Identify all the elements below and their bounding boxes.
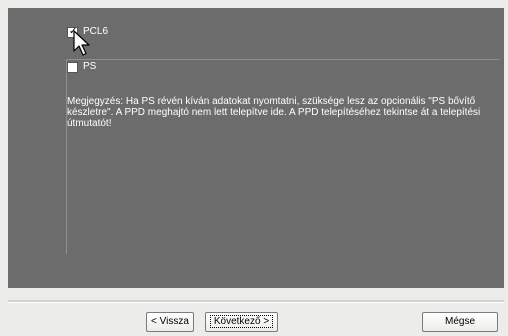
group-divider-top [66,59,500,60]
arrow-cursor-icon [73,30,90,56]
next-button-label: Következő > [209,315,274,328]
next-button[interactable]: Következő > [205,312,278,332]
ps-option[interactable]: PS [67,61,96,73]
back-button[interactable]: < Vissza [146,312,194,332]
cancel-button[interactable]: Mégse [422,312,498,332]
cancel-button-label: Mégse [444,316,475,327]
footer-separator [8,300,504,303]
group-divider-left [66,59,67,254]
ps-label: PS [83,61,97,72]
note-text: Megjegyzés: Ha PS révén kíván adatokat n… [67,96,481,129]
ps-checkbox[interactable] [67,61,78,73]
back-button-label: < Vissza [151,316,189,327]
